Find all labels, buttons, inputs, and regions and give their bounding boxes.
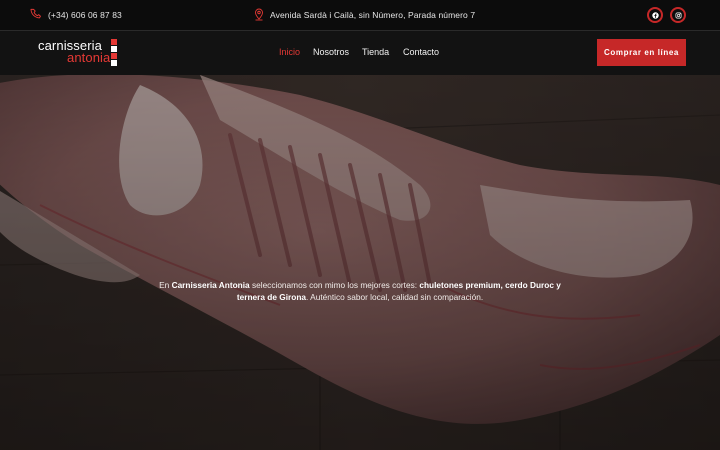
nav-item-contacto[interactable]: Contacto <box>403 47 439 57</box>
hero-text-part: . Auténtico sabor local, calidad sin com… <box>306 292 484 302</box>
hero-section: En Carnisseria Antonia seleccionamos con… <box>0 75 720 450</box>
logo[interactable]: carnisseria antonia <box>38 39 122 67</box>
nav-item-inicio[interactable]: Inicio <box>279 47 300 57</box>
address-text: Avenida Sardà i Cailà, sin Número, Parad… <box>270 9 476 20</box>
hero-background-image <box>0 75 720 450</box>
hero-text-part: seleccionamos con mimo los mejores corte… <box>249 280 420 290</box>
hero-description: En Carnisseria Antonia seleccionamos con… <box>148 279 572 303</box>
social-links <box>647 7 686 23</box>
logo-square <box>111 60 117 66</box>
facebook-icon <box>651 11 659 19</box>
location-pin-icon <box>253 8 265 21</box>
phone-contact[interactable]: (+34) 606 06 87 83 <box>30 8 122 21</box>
hero-text-part: En <box>159 280 172 290</box>
hero-text-bold: Carnisseria Antonia <box>171 280 250 290</box>
logo-square <box>111 39 117 45</box>
top-bar: (+34) 606 06 87 83 Avenida Sardà i Cailà… <box>0 0 720 31</box>
nav-item-nosotros[interactable]: Nosotros <box>313 47 349 57</box>
instagram-link[interactable] <box>670 7 686 23</box>
logo-text-line2: antonia <box>67 50 111 65</box>
instagram-icon <box>675 12 681 18</box>
buy-online-button[interactable]: Comprar en línea <box>597 39 686 66</box>
logo-square <box>111 53 117 59</box>
address-info: Avenida Sardà i Cailà, sin Número, Parad… <box>253 8 475 21</box>
phone-icon <box>30 8 43 21</box>
logo-square <box>111 46 117 52</box>
nav-item-tienda[interactable]: Tienda <box>362 47 389 57</box>
phone-number: (+34) 606 06 87 83 <box>48 9 122 20</box>
main-header: carnisseria antonia Inicio Nosotros Tien… <box>0 31 720 75</box>
facebook-link[interactable] <box>647 7 663 23</box>
